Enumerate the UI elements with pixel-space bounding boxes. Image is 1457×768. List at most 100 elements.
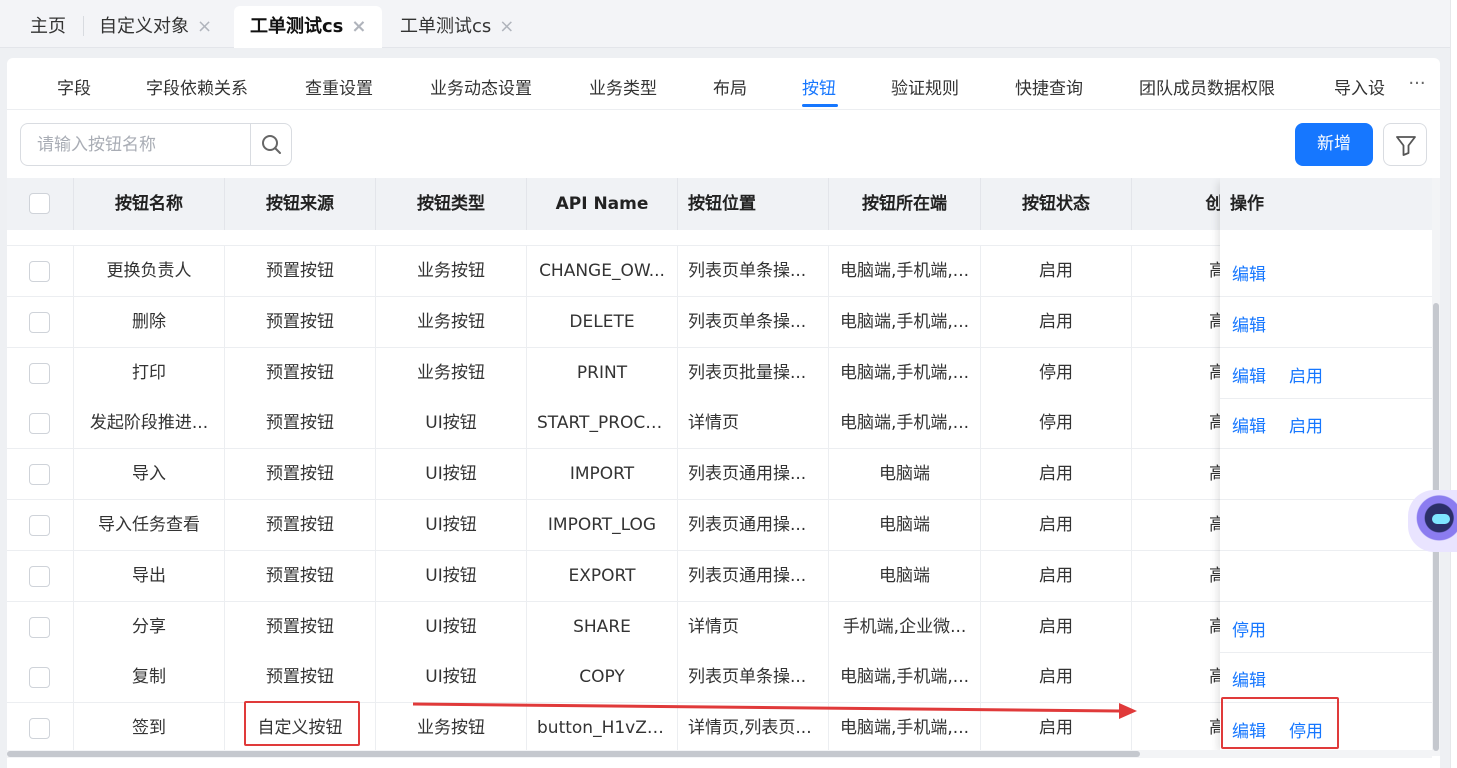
- vertical-scrollbar[interactable]: [1432, 178, 1440, 756]
- cell-api-name: COPY: [527, 652, 678, 703]
- cell-button-source: 预置按钮: [225, 500, 376, 550]
- table-row[interactable]: 发起阶段推进... 预置按钮 UI按钮 START_PROCESS 详情页 电脑端,手机端…: [7, 398, 1283, 450]
- enable-link[interactable]: 启用: [1289, 362, 1323, 387]
- row-checkbox[interactable]: [29, 464, 50, 486]
- select-all-checkbox[interactable]: [29, 193, 50, 214]
- header-button-terminal[interactable]: 按钮所在端: [829, 178, 981, 230]
- table-row[interactable]: 打印预置按钮业务按钮PRINT列表页批量操...电脑端,手机端,...停用高银: [7, 347, 1283, 399]
- cell-button-type: UI按钮: [376, 500, 527, 550]
- cell-button-type: 业务按钮: [376, 347, 527, 398]
- add-button[interactable]: 新增: [1295, 123, 1373, 166]
- cell-button-source: 预置按钮: [225, 246, 376, 296]
- table-row[interactable]: 删除预置按钮业务按钮DELETE列表页单条操...电脑端,手机端,...启用高银: [7, 296, 1283, 348]
- window-edge: [1450, 0, 1457, 768]
- enable-link[interactable]: 启用: [1289, 412, 1323, 437]
- tab-import-settings[interactable]: 导入设: [1334, 74, 1385, 99]
- tab-field-dependency[interactable]: 字段依赖关系: [146, 74, 248, 99]
- cell-button-status: 停用: [981, 398, 1132, 449]
- row-select-cell: [7, 296, 74, 347]
- cell-button-name: 导出: [74, 550, 225, 601]
- tab-validation-rules[interactable]: 验证规则: [891, 74, 959, 99]
- horizontal-scroll-thumb[interactable]: [7, 751, 1140, 757]
- search-input[interactable]: [21, 124, 249, 165]
- row-checkbox[interactable]: [29, 413, 50, 435]
- table-row[interactable]: 导入任务查看预置按钮UI按钮IMPORT_LOG列表页通用操...电脑端启用高银: [7, 500, 1283, 551]
- close-icon[interactable]: ×: [351, 16, 366, 37]
- header-button-status[interactable]: 按钮状态: [981, 178, 1132, 230]
- tab-quick-query[interactable]: 快捷查询: [1015, 74, 1083, 99]
- row-checkbox[interactable]: [29, 515, 50, 536]
- cell-button-status: 启用: [981, 449, 1132, 500]
- tab-buttons[interactable]: 按钮: [802, 74, 836, 99]
- cell-button-status: 启用: [981, 652, 1132, 703]
- cell-button-position: 列表页通用操...: [678, 500, 829, 550]
- disable-link[interactable]: 停用: [1232, 616, 1266, 641]
- tab-home[interactable]: 主页: [30, 6, 66, 48]
- horizontal-scrollbar[interactable]: [7, 750, 1432, 758]
- actions-cell: [1220, 500, 1432, 551]
- cell-button-terminal: 手机端,企业微...: [829, 601, 981, 652]
- tab-workorder[interactable]: 工单测试cs ×: [400, 6, 514, 48]
- tab-business-type[interactable]: 业务类型: [589, 74, 657, 99]
- header-button-source[interactable]: 按钮来源: [225, 178, 376, 230]
- cell-api-name: IMPORT: [527, 449, 678, 500]
- table-row[interactable]: 更换负责人 预置按钮 业务按钮 CHANGE_OW... 列表页单条操... 电脑端,手机…: [7, 246, 1283, 297]
- cell-button-type: UI按钮: [376, 449, 527, 500]
- cell-button-terminal: 电脑端,手机端,...: [829, 347, 981, 398]
- tab-layout[interactable]: 布局: [713, 74, 747, 99]
- tab-duplicate-settings[interactable]: 查重设置: [305, 74, 373, 99]
- cell-button-position: 列表页批量操...: [678, 347, 829, 398]
- cell-button-name: 打印: [74, 347, 225, 398]
- cell-button-position: 列表页单条操...: [678, 296, 829, 347]
- main-panel: 字段 字段依赖关系 查重设置 业务动态设置 业务类型 布局 按钮 验证规则 快捷…: [7, 58, 1440, 768]
- cell-button-type: 业务按钮: [376, 246, 527, 296]
- edit-link[interactable]: 编辑: [1232, 412, 1266, 437]
- row-checkbox[interactable]: [29, 718, 50, 740]
- header-button-type[interactable]: 按钮类型: [376, 178, 527, 230]
- edit-link[interactable]: 编辑: [1232, 666, 1266, 691]
- row-checkbox[interactable]: [29, 261, 50, 282]
- cell-button-name: 更换负责人: [74, 246, 225, 296]
- header-button-position[interactable]: 按钮位置: [678, 178, 829, 230]
- header-api-name[interactable]: API Name: [527, 178, 678, 230]
- actions-cell: 编辑: [1220, 246, 1432, 297]
- edit-link[interactable]: 编辑: [1232, 260, 1266, 285]
- edit-link[interactable]: 编辑: [1232, 311, 1266, 336]
- cell-button-source: 预置按钮: [225, 449, 376, 500]
- row-checkbox[interactable]: [29, 311, 50, 333]
- header-button-name[interactable]: 按钮名称: [74, 178, 225, 230]
- cell-button-name: 导入: [74, 449, 225, 500]
- filter-button[interactable]: [1383, 123, 1427, 166]
- table-row[interactable]: 导出预置按钮UI按钮EXPORT列表页通用操...电脑端启用高银: [7, 550, 1283, 602]
- table-row[interactable]: 复制预置按钮UI按钮COPY列表页单条操...电脑端,手机端,...启用高银: [7, 652, 1283, 704]
- close-icon[interactable]: ×: [197, 16, 212, 37]
- tab-custom-object[interactable]: 自定义对象 ×: [99, 6, 212, 48]
- cell-button-position: 列表页通用操...: [678, 449, 829, 500]
- tab-label: 主页: [30, 16, 66, 37]
- cell-button-type: UI按钮: [376, 398, 527, 449]
- table-row[interactable]: 导入预置按钮UI按钮IMPORT列表页通用操...电脑端启用高银: [7, 449, 1283, 501]
- row-checkbox[interactable]: [29, 565, 50, 587]
- tab-label: 工单测试cs: [250, 16, 344, 37]
- cell-button-terminal: 电脑端,手机端,...: [829, 246, 981, 296]
- close-icon[interactable]: ×: [499, 16, 514, 37]
- search-button[interactable]: [250, 124, 292, 165]
- cell-button-status: 启用: [981, 296, 1132, 347]
- more-tabs-icon[interactable]: ···: [1397, 68, 1437, 104]
- tab-workorder-active[interactable]: 工单测试cs ×: [234, 6, 383, 48]
- row-checkbox[interactable]: [29, 362, 50, 384]
- cell-button-terminal: 电脑端: [829, 550, 981, 601]
- cell-button-source: 预置按钮: [225, 550, 376, 601]
- tab-fields[interactable]: 字段: [57, 74, 91, 99]
- cell-button-name: 分享: [74, 601, 225, 652]
- row-checkbox[interactable]: [29, 616, 50, 638]
- tab-business-activity[interactable]: 业务动态设置: [430, 74, 532, 99]
- assistant-robot-icon[interactable]: [1408, 490, 1457, 552]
- edit-link[interactable]: 编辑: [1232, 362, 1266, 387]
- table-row[interactable]: 分享预置按钮UI按钮SHARE详情页手机端,企业微...启用高银: [7, 601, 1283, 653]
- header-actions: 操作: [1220, 178, 1432, 230]
- tab-team-data-permission[interactable]: 团队成员数据权限: [1139, 74, 1275, 99]
- row-checkbox[interactable]: [29, 667, 50, 689]
- row-select-cell: [7, 398, 74, 449]
- row-select-cell: [7, 449, 74, 500]
